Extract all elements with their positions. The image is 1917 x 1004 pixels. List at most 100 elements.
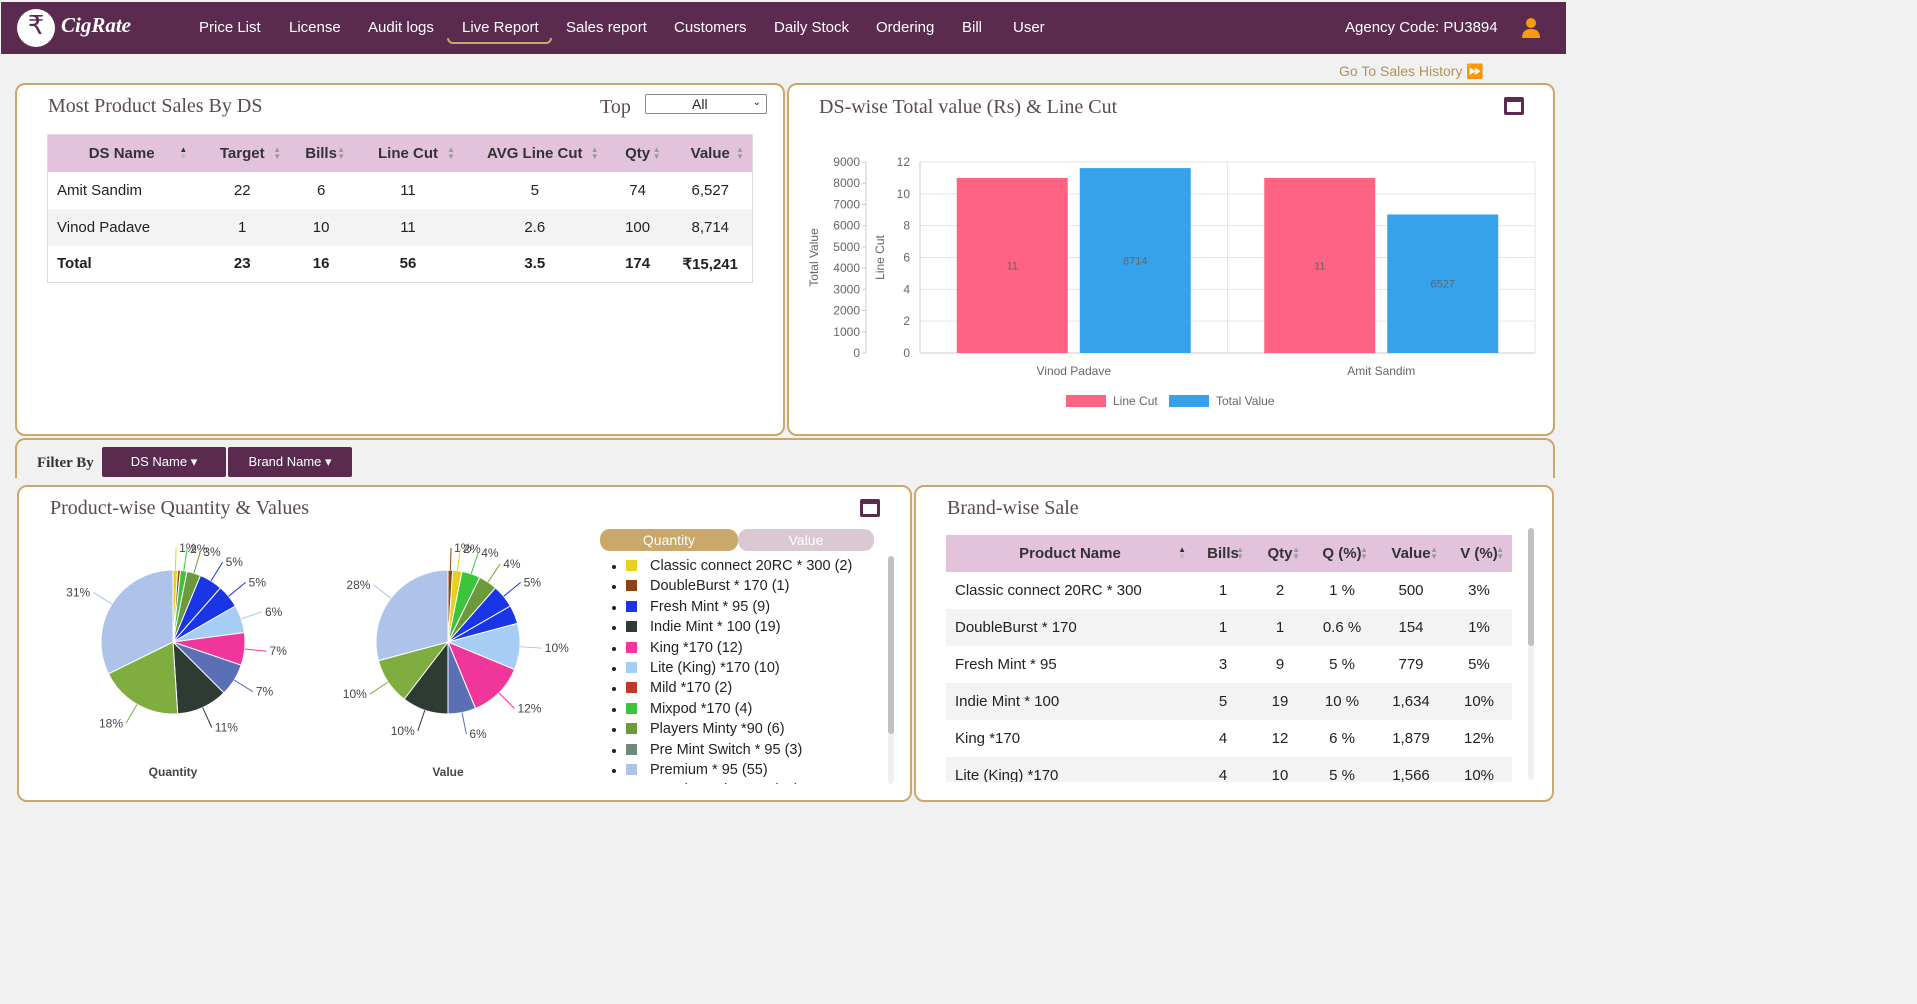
legend-item[interactable]: Premium Mint * 95 (10) <box>610 780 880 784</box>
pie-data-label: 6% <box>469 727 487 741</box>
color-swatch <box>626 763 637 775</box>
table-cell: 1,634 <box>1376 683 1446 720</box>
nav-ordering[interactable]: Ordering <box>876 19 934 36</box>
user-icon[interactable] <box>1522 17 1540 39</box>
pie-data-label: 6% <box>265 605 283 619</box>
pie-data-label: 7% <box>256 685 274 699</box>
pie-data-label: 10% <box>545 641 569 655</box>
nav-audit-logs[interactable]: Audit logs <box>368 19 434 36</box>
legend-label: Line Cut <box>1113 394 1158 408</box>
legend-item[interactable]: Classic connect 20RC * 300 (2) <box>610 556 880 576</box>
ds-name-filter-button[interactable]: DS Name ▾ <box>102 447 226 477</box>
col-bills[interactable]: Bills ▲ ▼ <box>1194 535 1252 572</box>
col-qty[interactable]: Qty ▲ ▼ <box>606 134 669 172</box>
legend-item[interactable]: Mild *170 (2) <box>610 678 880 698</box>
y-right-axis-label: Line Cut <box>873 234 887 279</box>
bar-data-label: 11 <box>1314 260 1325 272</box>
table-cell: 3% <box>1468 582 1490 599</box>
legend-item[interactable]: King *170 (12) <box>610 638 880 658</box>
col-value[interactable]: Value ▲ ▼ <box>1376 535 1446 572</box>
nav-sales-report[interactable]: Sales report <box>566 19 647 36</box>
nav-bill[interactable]: Bill <box>962 19 982 36</box>
bullet-icon <box>612 585 616 590</box>
table-cell: 0.6 % <box>1308 609 1376 646</box>
color-swatch <box>626 600 637 612</box>
pie-leader-line <box>369 681 389 695</box>
table-cell: 9 <box>1275 656 1285 673</box>
col-value[interactable]: Value ▲ ▼ <box>668 134 753 172</box>
table-cell: 1,879 <box>1392 730 1430 747</box>
legend-item[interactable]: Mixpod *170 (4) <box>610 699 880 719</box>
table-cell: 10 <box>1252 757 1308 782</box>
pie-data-label: 4% <box>503 557 521 571</box>
col-product-name[interactable]: Product Name ▲ ▼ <box>946 535 1194 572</box>
col-q-percent[interactable]: Q (%) ▲ ▼ <box>1308 535 1376 572</box>
nav-live-report[interactable]: Live Report <box>462 19 539 36</box>
color-swatch <box>626 560 637 571</box>
nav-license[interactable]: License <box>289 19 341 36</box>
bar-data-label: 11 <box>1007 260 1018 272</box>
y-right-tick-label: 10 <box>897 187 911 201</box>
legend-scrollbar[interactable] <box>888 556 894 784</box>
tab-value[interactable]: Value <box>738 529 874 551</box>
col-target[interactable]: Target ▲ ▼ <box>195 134 290 172</box>
col-bills[interactable]: Bills ▲ ▼ <box>289 134 354 172</box>
ds-bar-chart: 0 2 4 6 8 10 12 0 1000 2000 3000 4000 5000 6000 7000 80… <box>807 155 1536 408</box>
legend-item[interactable]: Pre Mint Switch * 95 (3) <box>610 740 880 760</box>
table-cell: 10% <box>1446 683 1512 720</box>
col-ds-name[interactable]: DS Name ▲ ▼ <box>47 134 196 172</box>
legend-label: DoubleBurst * 170 (1) <box>650 578 790 595</box>
panel-title: Most Product Sales By DS <box>48 95 263 117</box>
pie-data-label: 10% <box>343 687 367 701</box>
pie-leader-line <box>241 611 263 620</box>
legend-label: Pre Mint Switch * 95 (3) <box>650 741 803 758</box>
y-right-tick-label: 2 <box>903 314 910 328</box>
collapse-toggle-icon[interactable] <box>1504 97 1524 115</box>
logo-icon[interactable]: ₹ <box>17 9 55 47</box>
product-pie-charts: 1%2%3%5%5%6%7%7%11%18%31%Quantity1%2% 4%4… <box>66 541 569 779</box>
legend-item[interactable]: Players Minty *90 (6) <box>610 719 880 739</box>
legend-item[interactable]: DoubleBurst * 170 (1) <box>610 576 880 596</box>
y-right-tick-label: 12 <box>897 155 911 169</box>
col-qty[interactable]: Qty ▲ ▼ <box>1252 535 1308 572</box>
bar-data-label: 8714 <box>1123 256 1147 268</box>
brand-table-scrollbar[interactable] <box>1528 528 1534 780</box>
legend-label: Fresh Mint * 95 (9) <box>650 598 771 615</box>
legend-label: Premium * 95 (55) <box>650 761 768 778</box>
y-left-tick-label: 6000 <box>833 219 860 233</box>
product-name-cell: Indie Mint * 100 <box>946 683 1194 720</box>
scrollbar-thumb[interactable] <box>888 556 894 734</box>
table-cell: 5% <box>1468 656 1490 673</box>
legend-item[interactable]: Lite (King) *170 (10) <box>610 658 880 678</box>
pie-leader-line <box>461 712 467 735</box>
table-cell: 10 % <box>1308 683 1376 720</box>
brand-name-filter-button[interactable]: Brand Name ▾ <box>228 447 352 477</box>
col-line-cut[interactable]: Line Cut ▲ ▼ <box>353 134 463 172</box>
brand-name[interactable]: CigRate <box>61 13 131 38</box>
tab-quantity[interactable]: Quantity <box>600 529 738 551</box>
table-cell: 1 <box>1252 609 1308 646</box>
table-cell: 12% <box>1463 730 1495 747</box>
nav-customers[interactable]: Customers <box>674 19 747 36</box>
go-to-sales-history-link[interactable]: Go To Sales History ⏩ <box>1339 63 1484 80</box>
legend-item[interactable]: Premium * 95 (55) <box>610 760 880 780</box>
top-select[interactable]: All ⌄ <box>645 94 767 114</box>
pie-data-label: 12% <box>517 701 541 715</box>
pie-leader-line <box>233 679 254 693</box>
color-swatch <box>626 661 637 673</box>
ds-table: DS Name ▲ ▼ Target ▲ ▼ Bills ▲ ▼ Line Cut ▲ ▼ AV… <box>47 134 753 283</box>
y-right-tick-label: 4 <box>903 282 910 296</box>
nav-daily-stock[interactable]: Daily Stock <box>774 19 849 36</box>
y-left-tick-label: 4000 <box>833 261 860 275</box>
col-v-percent[interactable]: V (%) ▲ ▼ <box>1446 535 1512 572</box>
scrollbar-thumb[interactable] <box>1528 528 1534 646</box>
legend-label: Total Value <box>1216 394 1275 408</box>
legend-item[interactable]: Indie Mint * 100 (19) <box>610 617 880 637</box>
nav-price-list[interactable]: Price List <box>199 19 261 36</box>
collapse-toggle-icon[interactable] <box>860 499 880 517</box>
legend-item[interactable]: Fresh Mint * 95 (9) <box>610 597 880 617</box>
col-avg-line-cut[interactable]: AVG Line Cut ▲ ▼ <box>462 134 607 172</box>
nav-user[interactable]: User <box>1013 19 1045 36</box>
legend-label: Premium Mint * 95 (10) <box>650 782 799 784</box>
pie-leader-line <box>449 548 452 571</box>
